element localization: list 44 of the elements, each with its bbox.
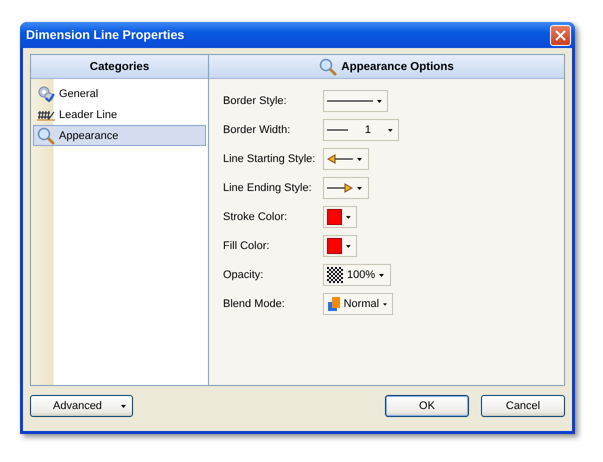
category-item[interactable]: General bbox=[33, 83, 206, 104]
checkerboard-icon bbox=[327, 267, 343, 283]
category-item[interactable]: Appearance bbox=[33, 125, 206, 146]
magnifier-icon bbox=[319, 58, 338, 76]
right-arrow-icon bbox=[327, 183, 353, 193]
caret-icon bbox=[377, 100, 382, 102]
arrow-style-dropdown[interactable] bbox=[323, 148, 369, 170]
magnifier-icon bbox=[37, 126, 55, 144]
hash-icon bbox=[37, 108, 55, 120]
caret-icon bbox=[388, 128, 393, 132]
caret-icon bbox=[357, 158, 362, 160]
panel-header: Categories bbox=[31, 55, 208, 79]
field-label: Line Ending Style: bbox=[223, 182, 312, 194]
caret-icon bbox=[383, 302, 387, 306]
category-item[interactable]: Leader Line bbox=[33, 104, 206, 125]
advanced-button[interactable]: Advanced bbox=[30, 395, 133, 417]
panel-header: Appearance Options bbox=[209, 55, 564, 79]
line-style-dropdown[interactable] bbox=[323, 90, 388, 112]
window-title: Dimension Line Properties bbox=[26, 28, 184, 42]
close-button[interactable] bbox=[550, 24, 571, 46]
caret-icon bbox=[346, 244, 351, 248]
caret-icon bbox=[379, 274, 384, 276]
opacity-dropdown[interactable]: 100% bbox=[323, 264, 391, 286]
line-width-dropdown[interactable]: 1 bbox=[323, 119, 399, 141]
field-label: Stroke Color: bbox=[223, 211, 288, 223]
gears-icon bbox=[37, 84, 55, 102]
caret-icon bbox=[121, 404, 126, 408]
caret-icon bbox=[346, 216, 351, 218]
field-label: Border Style: bbox=[223, 95, 287, 107]
blend-mode-icon bbox=[327, 296, 340, 312]
color-dropdown[interactable] bbox=[323, 235, 357, 257]
field-label: Opacity: bbox=[223, 269, 264, 281]
field-label: Border Width: bbox=[223, 124, 290, 136]
ok-button[interactable]: OK bbox=[385, 395, 469, 417]
field-label: Blend Mode: bbox=[223, 298, 285, 310]
blend-mode-dropdown[interactable]: Normal bbox=[323, 293, 393, 315]
field-label: Line Starting Style: bbox=[223, 153, 316, 165]
color-dropdown[interactable] bbox=[323, 206, 357, 228]
field-label: Fill Color: bbox=[223, 240, 270, 252]
arrow-style-dropdown[interactable] bbox=[323, 177, 369, 199]
close-icon bbox=[555, 30, 566, 40]
left-arrow-icon bbox=[327, 154, 353, 164]
cancel-button[interactable]: Cancel bbox=[481, 395, 565, 417]
caret-icon bbox=[357, 186, 362, 190]
